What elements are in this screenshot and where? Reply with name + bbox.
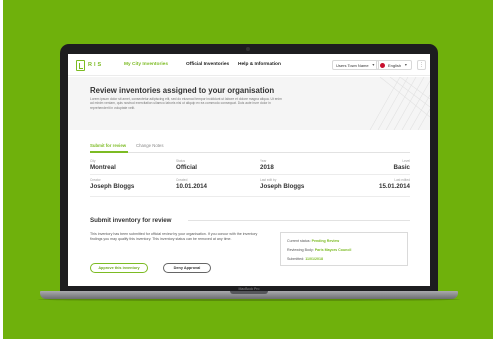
laptop-base: [40, 291, 458, 299]
laptop-screen: RIS My City Inventories Official Invento…: [68, 54, 430, 286]
field-label: Status: [176, 159, 186, 163]
deny-approval-button[interactable]: Deny Approval: [163, 263, 211, 273]
status-value: Pending Review: [311, 239, 340, 243]
status-label: Reviewing Body:: [287, 248, 314, 252]
nav-help-information[interactable]: Help & Information: [238, 62, 281, 67]
submit-description: This inventory has been submitted for of…: [90, 232, 258, 241]
submitted-date: Submitted: 11/01/2018: [287, 255, 401, 264]
flag-icon: [380, 62, 385, 68]
status-value: Paris Mayors Council: [314, 248, 352, 252]
active-tab-indicator: [90, 151, 128, 153]
logo-icon: [76, 59, 85, 71]
decorative-lines: [369, 77, 430, 130]
field-creator: Creator Joseph Bloggs: [90, 178, 134, 190]
field-year: Year 2018: [260, 159, 274, 171]
field-value: Basic: [393, 164, 410, 171]
field-value: Montreal: [90, 164, 116, 171]
page-description: Lorem ipsum dolor sit amet, consectetur …: [90, 97, 282, 110]
field-created: Created 10.01.2014: [176, 178, 207, 190]
current-status: Current status: Pending Review: [287, 237, 401, 246]
field-value: Joseph Bloggs: [260, 183, 305, 190]
field-value: Official: [176, 164, 197, 171]
field-level: Level Basic: [393, 159, 410, 171]
field-status: Status Official: [176, 159, 197, 171]
laptop-lid: RIS My City Inventories Official Invento…: [60, 44, 438, 296]
laptop-notch: [230, 291, 268, 294]
nav-my-city-inventories[interactable]: My City Inventories: [124, 62, 168, 67]
field-label: Last edited: [394, 178, 410, 182]
logo[interactable]: RIS: [76, 59, 103, 71]
border-right: [493, 0, 497, 339]
field-value: Joseph Bloggs: [90, 183, 135, 190]
status-panel: Current status: Pending Review Reviewing…: [280, 232, 408, 266]
user-town-select-label: Users Town Name: [336, 62, 369, 68]
hero-banner: Review inventories assigned to your orga…: [68, 77, 430, 130]
field-label: Year: [260, 159, 267, 163]
user-town-select[interactable]: Users Town Name ▼: [332, 60, 380, 70]
page-title: Review inventories assigned to your orga…: [90, 86, 275, 95]
status-label: Current status:: [287, 239, 311, 243]
divider: [90, 174, 410, 175]
border-left: [0, 0, 3, 339]
section-title: Submit inventory for review: [90, 217, 172, 224]
field-label: Created: [176, 178, 188, 182]
field-label: Creator: [90, 178, 101, 182]
status-value: 11/01/2018: [305, 257, 323, 261]
field-value: 2018: [260, 164, 274, 171]
camera: [246, 47, 250, 51]
approve-inventory-button[interactable]: Approve this inventory: [90, 263, 148, 273]
tab-submit-for-review[interactable]: Submit for review: [90, 143, 126, 148]
field-last-edited: Last edited 15.01.2014: [379, 178, 410, 190]
field-label: Level: [402, 159, 410, 163]
logo-text: RIS: [88, 62, 104, 68]
chevron-down-icon: ▼: [371, 63, 376, 67]
field-value: 10.01.2014: [176, 183, 207, 190]
field-label: Last edit by: [260, 178, 277, 182]
more-icon: ⋮: [419, 62, 424, 68]
nav-official-inventories[interactable]: Official Inventories: [186, 62, 229, 67]
language-select-label: English: [388, 62, 402, 68]
reviewing-body: Reviewing Body: Paris Mayors Council: [287, 246, 401, 255]
divider: [188, 220, 410, 221]
field-label: City: [90, 159, 96, 163]
chevron-down-icon: ▼: [404, 63, 408, 67]
field-value: 15.01.2014: [379, 183, 410, 190]
tab-change-notes[interactable]: Change Notes: [136, 143, 163, 148]
status-label: Submitted:: [287, 257, 305, 261]
tab-bar: Submit for review Change Notes: [90, 143, 410, 153]
field-city: City Montreal: [90, 159, 116, 171]
divider: [90, 196, 410, 197]
field-last-edit-by: Last edit by Joseph Bloggs: [260, 178, 304, 190]
top-nav: RIS My City Inventories Official Invento…: [68, 54, 430, 76]
more-menu-button[interactable]: ⋮: [417, 60, 426, 70]
language-select[interactable]: English ▼: [376, 60, 412, 70]
